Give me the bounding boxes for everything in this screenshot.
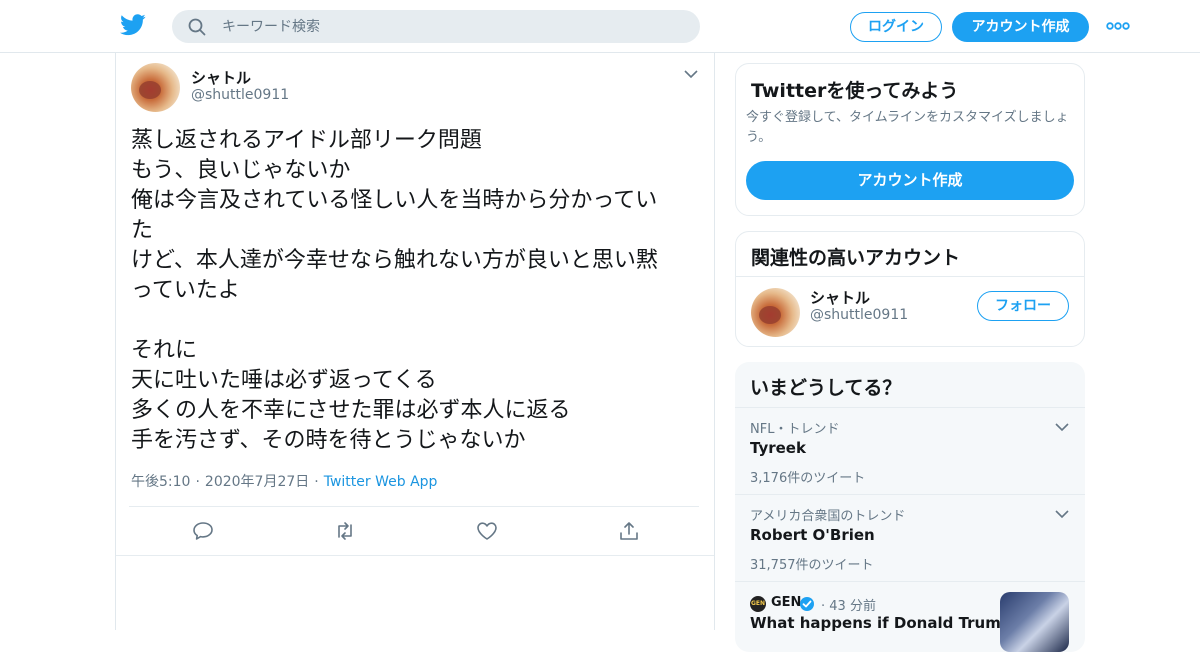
news-time-value: 43 分前 (829, 599, 876, 614)
tweet-text-line: 天に吐いた唾は必ず返ってくる (131, 368, 437, 393)
news-source-name: GEN (771, 595, 802, 610)
meta-separator: · (195, 474, 200, 490)
login-button[interactable]: ログイン (850, 12, 942, 42)
tweet-text-line: 俺は今言及されている怪しい人を当時から分かってい (131, 188, 658, 213)
top-navigation-bar: ログイン アカウント作成 (0, 0, 1200, 53)
tweet-text-line: それに (131, 338, 198, 363)
trend-context: NFL・トレンド (750, 422, 840, 437)
tweet-metadata: 午後5:10 · 2020年7月27日 · Twitter Web App (131, 471, 437, 491)
tweet-date[interactable]: 2020年7月27日 (205, 474, 309, 490)
divider (116, 555, 714, 556)
trend-name[interactable]: Robert O'Brien (750, 526, 875, 544)
retweet-icon[interactable] (334, 521, 356, 541)
chevron-down-icon[interactable] (684, 69, 698, 79)
related-accounts-card: 関連性の高いアカウント シャトル @shuttle0911 フォロー (735, 231, 1085, 347)
tweet-action-bar (129, 506, 699, 555)
trend-tweet-count: 3,176件のツイート (750, 471, 866, 486)
search-box[interactable] (172, 10, 700, 43)
tweet-text-line: 多くの人を不幸にさせた罪は必ず本人に返る (131, 398, 571, 423)
tweet-text-line: けど、本人達が今幸せなら触れない方が良いと思い黙 (131, 248, 658, 273)
tweet-source-link[interactable]: Twitter Web App (324, 474, 438, 490)
card-title: いまどうしてる？ (750, 377, 902, 399)
avatar[interactable] (131, 63, 180, 112)
tweet-text-line: 手を汚さず、その時を待とうじゃないか (131, 428, 526, 453)
author-handle[interactable]: @shuttle0911 (191, 87, 289, 103)
news-source-logo: GEN (750, 596, 766, 612)
news-item[interactable]: GEN GEN · 43 分前 What happens if Donald T… (735, 581, 1085, 652)
tweet-text-line: っていたよ (131, 278, 240, 303)
card-description: 今すぐ登録して、タイムラインをカスタマイズしましょう。 (746, 110, 1069, 145)
share-icon[interactable] (618, 521, 640, 541)
tweet-text: 蒸し返されるアイドル部リーク問題 もう、良いじゃないか 俺は今言及されている怪し… (131, 126, 706, 456)
tweet-text-line: た (131, 218, 154, 243)
account-name[interactable]: シャトル (810, 287, 870, 308)
account-handle[interactable]: @shuttle0911 (810, 307, 908, 323)
trend-item[interactable]: アメリカ合衆国のトレンド Robert O'Brien 31,757件のツイート (735, 494, 1085, 581)
search-input[interactable] (222, 10, 682, 43)
meta-separator: · (314, 474, 319, 490)
trend-tweet-count: 31,757件のツイート (750, 558, 874, 573)
news-thumbnail[interactable] (1000, 592, 1069, 652)
trends-card: いまどうしてる？ NFL・トレンド Tyreek 3,176件のツイート アメリ… (735, 362, 1085, 652)
tweet-time[interactable]: 午後5:10 (131, 474, 190, 490)
trend-name[interactable]: Tyreek (750, 439, 806, 457)
avatar[interactable] (751, 288, 800, 337)
tweet-text-line: 蒸し返されるアイドル部リーク問題 (131, 128, 482, 153)
like-heart-icon[interactable] (476, 521, 498, 541)
reply-icon[interactable] (192, 521, 214, 541)
chevron-down-icon[interactable] (1055, 509, 1069, 519)
more-dots-icon[interactable] (1106, 18, 1130, 34)
author-name[interactable]: シャトル (191, 67, 251, 88)
twitter-bird-icon[interactable] (120, 14, 146, 36)
signup-card: Twitterを使ってみよう 今すぐ登録して、タイムラインをカスタマイズしましょ… (735, 63, 1085, 216)
search-icon (188, 18, 206, 36)
chevron-down-icon[interactable] (1055, 422, 1069, 432)
verified-badge-icon (800, 597, 814, 611)
meta-separator: · (821, 599, 826, 614)
news-time: · 43 分前 (821, 595, 876, 614)
news-headline[interactable]: What happens if Donald Trump (750, 614, 1012, 632)
tweet-text-line: もう、良いじゃないか (131, 158, 351, 183)
card-title: Twitterを使ってみよう (751, 80, 959, 102)
follow-button[interactable]: フォロー (977, 291, 1069, 321)
signup-button[interactable]: アカウント作成 (952, 12, 1089, 42)
divider (736, 276, 1084, 277)
trend-item[interactable]: NFL・トレンド Tyreek 3,176件のツイート (735, 407, 1085, 494)
card-title: 関連性の高いアカウント (751, 247, 961, 269)
tweet-detail: シャトル @shuttle0911 蒸し返されるアイドル部リーク問題 もう、良い… (115, 53, 715, 630)
create-account-button[interactable]: アカウント作成 (746, 161, 1074, 200)
tweet-text-blank-line (131, 306, 706, 336)
trend-context: アメリカ合衆国のトレンド (750, 509, 906, 524)
